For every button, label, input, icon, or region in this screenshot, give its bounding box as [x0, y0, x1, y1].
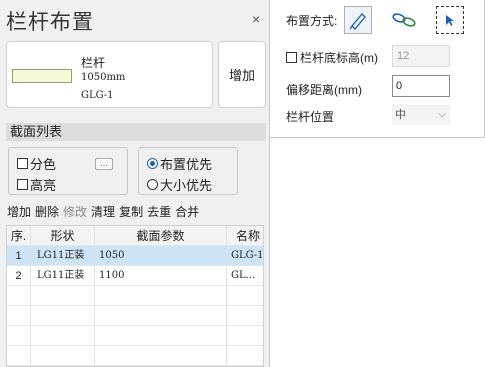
- cell-shape: LG11正装: [31, 266, 95, 286]
- radio-selected-icon[interactable]: [147, 158, 158, 169]
- preview-size: 1050mm: [81, 72, 126, 83]
- settings-panel: 布置方式: 栏杆底标高(m) 12 偏移距离(mm) 0 栏杆位置 中 ⌵: [270, 0, 485, 138]
- close-icon[interactable]: ×: [252, 11, 260, 27]
- position-select[interactable]: 中 ⌵: [392, 105, 450, 125]
- column-header-shape[interactable]: 形状: [31, 226, 95, 246]
- cell-index: 1: [7, 246, 31, 266]
- preview-name: 栏杆: [81, 56, 106, 70]
- railing-swatch: [12, 69, 72, 83]
- cell-name: GLG-1: [227, 246, 263, 266]
- dedupe-section-button[interactable]: 去重: [146, 203, 172, 220]
- highlight-checkbox[interactable]: 高亮: [17, 175, 56, 194]
- cell-name: GL...: [227, 266, 263, 286]
- more-options-button[interactable]: ...: [95, 158, 113, 170]
- pick-select-icon[interactable]: [436, 6, 464, 34]
- bottom-elevation-label: 栏杆底标高(m): [300, 51, 378, 65]
- preview-code: GLG-1: [81, 90, 114, 101]
- table-row: [7, 326, 263, 346]
- delete-section-button[interactable]: 删除: [34, 203, 60, 220]
- add-button[interactable]: 增加: [218, 41, 266, 108]
- add-section-button[interactable]: 增加: [6, 203, 32, 220]
- checkbox-box[interactable]: [286, 52, 297, 63]
- cell-param: 1050: [95, 246, 227, 266]
- position-label: 栏杆位置: [286, 110, 335, 124]
- railing-panel: 栏杆布置 × 栏杆 1050mm GLG-1 增加 截面列表 分色 高亮 ...…: [0, 0, 270, 367]
- straight-line-icon[interactable]: [344, 6, 372, 34]
- size-priority-radio[interactable]: 大小优先: [147, 175, 212, 194]
- table-row[interactable]: 2 LG11正装 1100 GL...: [7, 266, 263, 286]
- split-color-checkbox[interactable]: 分色: [17, 154, 56, 173]
- bottom-elevation-checkbox[interactable]: 栏杆底标高(m): [286, 49, 378, 66]
- bottom-elevation-input[interactable]: 12: [392, 45, 450, 67]
- display-options-group: 分色 高亮 ...: [8, 147, 128, 195]
- section-list-header: 截面列表: [6, 123, 266, 141]
- panel-title: 栏杆布置: [6, 11, 94, 34]
- modify-section-button[interactable]: 修改: [62, 203, 88, 220]
- cell-shape: LG11正装: [31, 246, 95, 266]
- chain-link-icon[interactable]: [390, 6, 418, 34]
- merge-section-button[interactable]: 合并: [174, 203, 200, 220]
- priority-group: 布置优先 大小优先: [138, 147, 238, 195]
- layout-mode-label: 布置方式:: [286, 14, 338, 28]
- layout-priority-label: 布置优先: [160, 157, 213, 172]
- radio-unselected-icon[interactable]: [147, 179, 158, 190]
- column-header-param[interactable]: 截面参数: [95, 226, 227, 246]
- table-row: [7, 286, 263, 306]
- clear-section-button[interactable]: 清理: [90, 203, 116, 220]
- split-color-label: 分色: [30, 157, 57, 172]
- section-toolbar: 增加 删除 修改 清理 复制 去重 合并: [6, 203, 200, 220]
- checkbox-box[interactable]: [17, 158, 28, 169]
- cell-index: 2: [7, 266, 31, 286]
- table-row: [7, 306, 263, 326]
- layout-priority-radio[interactable]: 布置优先: [147, 154, 212, 173]
- offset-input[interactable]: 0: [392, 75, 450, 97]
- checkbox-box[interactable]: [17, 179, 28, 190]
- copy-section-button[interactable]: 复制: [118, 203, 144, 220]
- railing-preview-card[interactable]: 栏杆 1050mm GLG-1: [6, 41, 213, 108]
- chevron-down-icon: ⌵: [438, 109, 446, 120]
- cell-param: 1100: [95, 266, 227, 286]
- column-header-index[interactable]: 序.: [7, 226, 31, 246]
- table-row: [7, 346, 263, 366]
- column-header-name[interactable]: 名称: [227, 226, 263, 246]
- table-header-row: 序. 形状 截面参数 名称: [7, 226, 263, 246]
- highlight-label: 高亮: [30, 178, 57, 193]
- table-row[interactable]: 1 LG11正装 1050 GLG-1: [7, 246, 263, 266]
- section-table: 序. 形状 截面参数 名称 1 LG11正装 1050 GLG-1 2 LG11…: [6, 225, 264, 367]
- offset-label: 偏移距离(mm): [286, 83, 362, 97]
- position-value: 中: [395, 109, 406, 121]
- size-priority-label: 大小优先: [160, 178, 213, 193]
